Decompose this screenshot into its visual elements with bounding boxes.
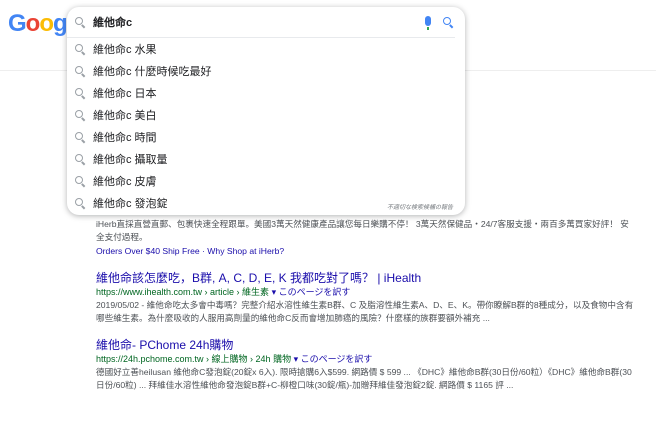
suggestion-text: 維他命c 美白 [93, 110, 157, 122]
sitelink[interactable]: Orders Over $40 Ship Free [96, 246, 200, 256]
result-date: 2019/05/02 - [96, 300, 147, 310]
suggestion-text: 維他命c 時間 [93, 132, 157, 144]
suggestion-item[interactable]: 維他命c 美白 [67, 104, 465, 126]
search-icon [75, 132, 86, 144]
ad-snippet: iHerb直採直營直郵、包裹快速全程跟單。美國3萬天然健康產品讓您每日樂購不停！… [96, 219, 629, 242]
result-url-text[interactable]: https://24h.pchome.com.tw › 線上購物 › 24h 購… [96, 354, 291, 364]
suggestion-text: 維他命c 水果 [93, 44, 157, 56]
logo-letter: o [25, 10, 41, 37]
search-icon [75, 110, 86, 122]
search-icon [75, 88, 86, 100]
result-snippet: 2019/05/02 - 維他命吃太多會中毒嗎？完整介紹水溶性維生素B群、C 及… [96, 299, 636, 325]
search-submit-icon[interactable] [443, 17, 454, 29]
microphone-icon[interactable] [425, 16, 431, 30]
sitelink[interactable]: Why Shop at iHerb? [207, 246, 284, 256]
search-icon [75, 176, 86, 188]
suggestion-text: 維他命c 發泡錠 [93, 198, 168, 210]
logo-letter: o [39, 10, 54, 37]
ad-sitelinks: Orders Over $40 Ship Free · Why Shop at … [96, 244, 636, 258]
search-input[interactable]: 維他命c [93, 14, 455, 30]
search-icon [75, 154, 86, 166]
search-icon [75, 17, 86, 29]
result-title[interactable]: 維他命該怎麼吃，B群, A, C, D, E, K 我都吃對了嗎？ | iHea… [96, 270, 636, 286]
suggestion-item[interactable]: 維他命c 皮膚 [67, 170, 465, 192]
suggestion-item[interactable]: 維他命c 時間 [67, 126, 465, 148]
result-snippet-text: 維他命吃太多會中毒嗎？完整介紹水溶性維生素B群、C 及脂溶性維生素A、D、E、K… [96, 300, 634, 323]
suggestion-item[interactable]: 維他命c 日本 [67, 82, 465, 104]
suggestion-text: 維他命c 皮膚 [93, 176, 157, 188]
suggestion-text: 維他命c 攝取量 [93, 154, 168, 166]
search-input-row[interactable]: 維他命c [67, 7, 455, 38]
search-suggestions-box: 維他命c 維他命c 水果 維他命c 什麼時候吃最好 維他命c 日本 維他命c 美… [67, 7, 465, 215]
search-icon [75, 44, 86, 56]
report-suggestions-link[interactable]: 不適切な検索候補の報告 [387, 202, 453, 211]
translate-link[interactable]: ▾ このページを訳す [272, 287, 351, 297]
result-url: https://24h.pchome.com.tw › 線上購物 › 24h 購… [96, 353, 636, 366]
search-icon [75, 66, 86, 78]
suggestion-item[interactable]: 維他命c 攝取量 [67, 148, 465, 170]
search-icon [75, 198, 86, 210]
suggestion-item[interactable]: 維他命c 水果 [67, 38, 465, 60]
result-snippet: 德國好立善heilusan 維他命C發泡錠(20錠x 6入). 限時搶購6入$5… [96, 366, 636, 392]
suggestion-item[interactable]: 維他命c 什麼時候吃最好 [67, 60, 465, 82]
search-results: iHerb直採直營直郵、包裹快速全程跟單。美國3萬天然健康產品讓您每日樂購不停！… [96, 218, 636, 392]
result-url-text[interactable]: https://www.ihealth.com.tw › article › 維… [96, 287, 269, 297]
suggestion-text: 維他命c 日本 [93, 88, 157, 100]
translate-link[interactable]: ▾ このページを訳す [294, 354, 373, 364]
logo-letter: G [8, 10, 27, 37]
logo-letter: g [53, 10, 68, 37]
result-snippet-text: 德國好立善heilusan 維他命C發泡錠(20錠x 6入). 限時搶購6入$5… [96, 367, 632, 390]
result-title[interactable]: 維他命- PChome 24h購物 [96, 337, 636, 353]
suggestion-list: 維他命c 水果 維他命c 什麼時候吃最好 維他命c 日本 維他命c 美白 維他命… [67, 38, 465, 214]
suggestion-text: 維他命c 什麼時候吃最好 [93, 66, 212, 78]
result-url: https://www.ihealth.com.tw › article › 維… [96, 286, 636, 299]
